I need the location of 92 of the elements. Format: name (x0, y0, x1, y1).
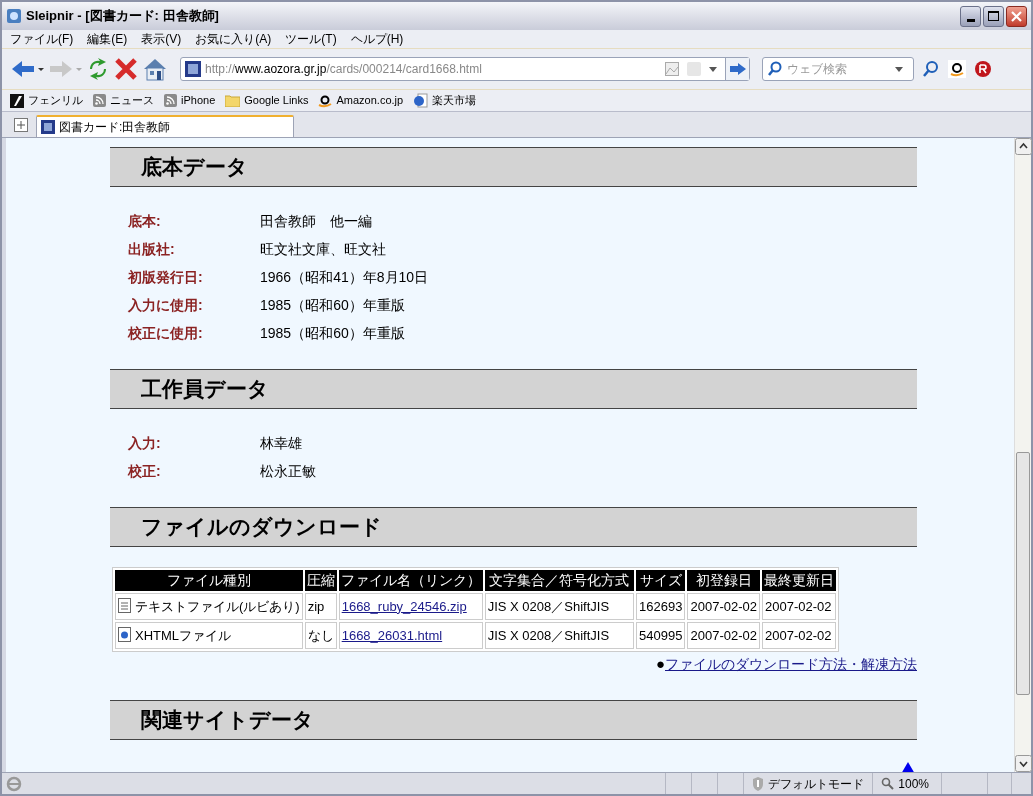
table-cell: 2007-02-02 (761, 622, 836, 649)
dropdown-icon[interactable] (709, 66, 717, 72)
feed-icon (93, 94, 106, 107)
column-header: 圧縮 (304, 570, 337, 591)
table-cell: 2007-02-02 (687, 622, 760, 649)
home-icon[interactable] (142, 57, 168, 81)
field-value: 1985（昭和60）年重版 (260, 295, 405, 315)
maximize-button[interactable] (983, 5, 1004, 27)
scrollbar[interactable] (1014, 138, 1031, 772)
url-host: www.aozora.gr.jp (235, 62, 327, 76)
bookmark-link[interactable]: Amazon.co.jp (318, 92, 404, 109)
web-document-icon (118, 626, 131, 642)
field-value: 旺文社文庫、旺文社 (260, 239, 386, 259)
mode-label[interactable]: デフォルトモード (768, 774, 865, 793)
search-icon[interactable] (922, 60, 940, 78)
close-button[interactable] (1006, 5, 1027, 27)
url-scheme: http:// (205, 62, 236, 76)
document-icon (118, 597, 131, 613)
search-icon[interactable] (767, 61, 783, 77)
new-tab-icon[interactable] (14, 118, 28, 132)
column-header: ファイル種別 (115, 570, 303, 591)
table-cell: 162693 (636, 593, 686, 620)
field-label: 入力に使用: (128, 295, 204, 315)
field-label: 入力: (128, 433, 162, 453)
close-icon (1011, 10, 1022, 22)
url-path: /cards/000214/card1668.html (326, 62, 482, 76)
menu-item[interactable]: ヘルプ(H) (350, 30, 404, 48)
file-type: XHTMLファイル (135, 627, 232, 643)
field-label: 校正: (128, 461, 162, 481)
field-label: 出版社: (128, 239, 176, 259)
column-header: 最終更新日 (761, 570, 836, 591)
field-value: 1985（昭和60）年重版 (260, 323, 405, 343)
table-cell: なし (304, 622, 337, 649)
tab[interactable]: 図書カード:田舎教師 (36, 115, 294, 137)
scroll-up-icon[interactable] (1015, 138, 1032, 155)
bookmark-link[interactable]: ニュース (93, 92, 154, 109)
field-label: 初版発行日: (128, 267, 204, 287)
zoom-level[interactable]: 100% (898, 774, 929, 793)
right-arrow-icon (729, 63, 746, 75)
column-header: サイズ (636, 570, 686, 591)
field-value: 松永正敏 (260, 461, 316, 481)
zoom-icon (881, 777, 895, 790)
table-cell: 540995 (636, 622, 686, 649)
table-cell: JIS X 0208／ShiftJIS (484, 622, 635, 649)
table-cell: zip (304, 593, 337, 620)
minimize-button[interactable] (960, 5, 981, 27)
file-type: テキストファイル(ルビあり) (135, 598, 300, 614)
site-favicon-icon (185, 61, 201, 77)
search-box[interactable]: ウェブ検索 (762, 57, 914, 81)
bullet-icon: ● (655, 653, 665, 676)
window-title: Sleipnir - [図書カード: 田舎教師] (26, 7, 219, 26)
menu-item[interactable]: ファイル(F) (10, 30, 74, 48)
help-link[interactable]: ファイルのダウンロード方法・解凍方法 (665, 653, 917, 675)
shield-icon (752, 776, 765, 791)
menu-item[interactable]: 編集(E) (87, 30, 128, 48)
scroll-thumb[interactable] (1016, 452, 1030, 695)
minimize-icon (966, 18, 975, 22)
section-title: 底本データ (141, 154, 248, 181)
bookmark-link[interactable]: iPhone (164, 92, 216, 109)
search-field[interactable]: ウェブ検索 (787, 60, 895, 78)
feed-icon (164, 94, 177, 107)
maximize-icon (988, 11, 999, 21)
menu-item[interactable]: ツール(T) (285, 30, 337, 48)
menu-item[interactable]: 表示(V) (141, 30, 182, 48)
field-value: 田舎教師 他一編 (260, 211, 372, 231)
bookmark-link[interactable]: Google Links (225, 92, 309, 109)
scroll-down-icon[interactable] (1015, 755, 1032, 772)
column-header: 初登録日 (687, 570, 760, 591)
address-bar[interactable]: http://www.aozora.gr.jp/cards/000214/card1668.html (180, 57, 750, 81)
section-title: ファイルのダウンロード (141, 514, 382, 541)
folder-icon (225, 94, 241, 107)
table-cell: 2007-02-02 (687, 593, 760, 620)
bookmark-link[interactable]: フェンリル (10, 92, 83, 109)
site-favicon-icon (41, 120, 55, 134)
globe-page-icon (413, 93, 429, 108)
menu-item[interactable]: お気に入り(A) (195, 30, 272, 48)
section-title: 工作員データ (141, 376, 269, 403)
bookmark-link[interactable]: 楽天市場 (413, 92, 477, 109)
field-label: 底本: (128, 211, 162, 231)
section-title: 関連サイトデータ (141, 706, 314, 733)
dropdown-icon[interactable] (895, 66, 903, 72)
field-label: 校正に使用: (128, 323, 204, 343)
go-button[interactable] (725, 58, 749, 80)
back-arrow-icon[interactable] (10, 58, 44, 80)
table-cell: 2007-02-02 (761, 593, 836, 620)
table-cell: JIS X 0208／ShiftJIS (484, 593, 635, 620)
field-value: 林幸雄 (260, 433, 302, 453)
app-icon (6, 8, 22, 24)
field-value: 1966（昭和41）年8月10日 (260, 267, 429, 287)
stop-icon[interactable] (114, 57, 138, 81)
column-header: ファイル名（リンク） (338, 570, 483, 591)
column-header: 文字集合／符号化方式 (484, 570, 635, 591)
